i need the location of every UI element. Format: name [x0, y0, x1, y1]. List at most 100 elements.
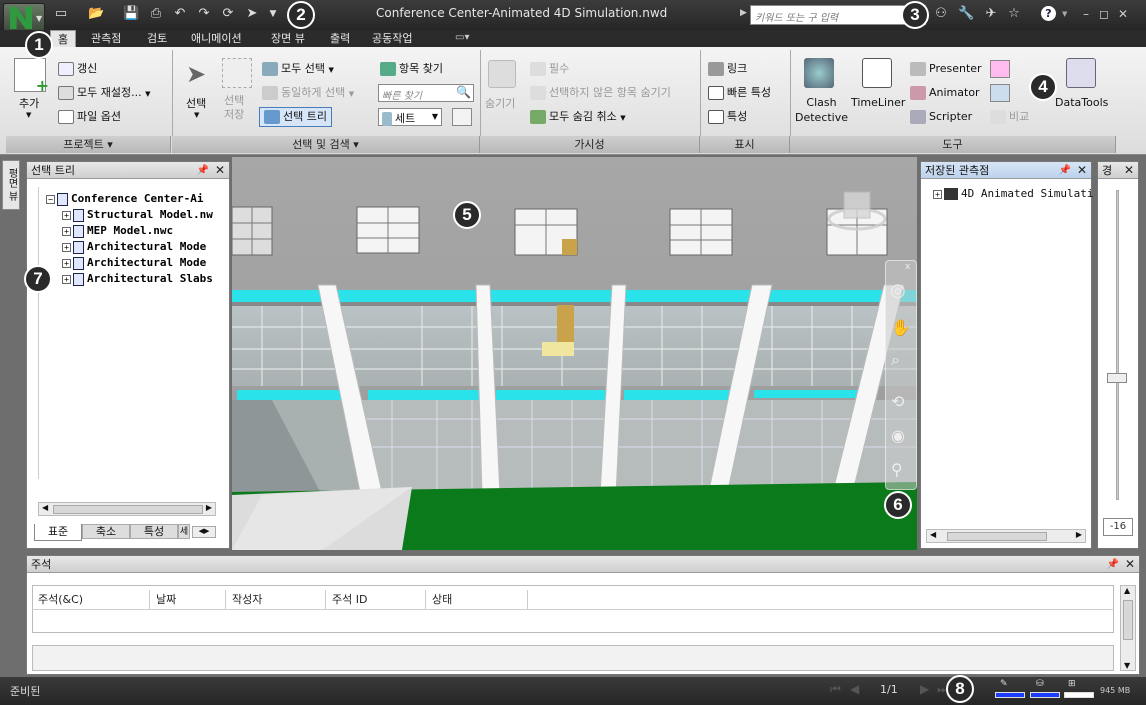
- close-icon[interactable]: ✕: [1077, 163, 1087, 178]
- tree-item[interactable]: + Structural Model.nw: [62, 207, 213, 223]
- walk-icon[interactable]: ⚲: [891, 460, 903, 479]
- hide-unselected-button[interactable]: 선택하지 않은 항목 숨기기: [530, 86, 671, 100]
- column-header-comment[interactable]: 주석(&C): [32, 590, 150, 610]
- tab-viewpoint[interactable]: 관측점: [84, 30, 128, 47]
- save-icon[interactable]: 💾: [123, 6, 139, 22]
- select-button[interactable]: 선택: [186, 97, 206, 111]
- clash-detective-button[interactable]: Clash Detective: [795, 95, 848, 125]
- tree-tab-scroll-arrows[interactable]: ◀▶: [192, 526, 216, 538]
- add-button[interactable]: 추가: [19, 97, 39, 111]
- pin-icon[interactable]: 📌: [197, 163, 209, 178]
- selection-tree-button[interactable]: 선택 트리: [259, 107, 332, 127]
- expand-icon[interactable]: +: [62, 242, 71, 252]
- print-icon[interactable]: ⎙: [148, 6, 164, 22]
- pan-hand-icon[interactable]: ✋: [891, 318, 911, 337]
- prev-page-icon[interactable]: ◀: [850, 682, 859, 696]
- tree-item[interactable]: + Architectural Mode: [62, 255, 206, 271]
- quick-find-icon[interactable]: 🔍: [456, 85, 471, 99]
- column-header-author[interactable]: 작성자: [226, 590, 326, 610]
- find-items-button[interactable]: 항목 찾기: [380, 62, 443, 76]
- help-icon[interactable]: ?: [1041, 6, 1056, 21]
- comments-vertical-scrollbar[interactable]: ▲ ▼: [1120, 585, 1136, 671]
- tab-animation[interactable]: 애니메이션: [184, 30, 249, 47]
- open-folder-icon[interactable]: 📂: [88, 6, 104, 22]
- quick-access-dropdown-icon[interactable]: ▼: [265, 6, 281, 22]
- tree-horizontal-scrollbar[interactable]: ◀ ▶: [38, 502, 216, 516]
- file-options-button[interactable]: 파일 옵션: [58, 110, 121, 124]
- pin-icon[interactable]: 📌: [1107, 557, 1119, 572]
- batch-utility-icon[interactable]: [990, 84, 1010, 102]
- zoom-icon[interactable]: ⌕: [891, 350, 900, 370]
- help-dropdown-icon[interactable]: ▼: [1062, 10, 1067, 18]
- scripter-button[interactable]: Scripter: [910, 110, 972, 124]
- expand-icon[interactable]: +: [933, 189, 942, 199]
- refresh-icon[interactable]: ⟳: [220, 6, 236, 22]
- datatools-button[interactable]: DataTools: [1055, 96, 1108, 110]
- tree-item[interactable]: + Architectural Slabs: [62, 271, 213, 287]
- refresh-button[interactable]: 갱신: [58, 62, 97, 76]
- look-icon[interactable]: ◉: [891, 426, 905, 445]
- first-page-icon[interactable]: ⏮: [830, 682, 841, 697]
- pin-icon[interactable]: 📌: [1059, 163, 1071, 178]
- tree-root[interactable]: − Conference Center-Ai: [46, 191, 203, 207]
- tab-review[interactable]: 검토: [140, 30, 174, 47]
- manage-sets-icon[interactable]: [452, 108, 472, 126]
- tree-item[interactable]: + Architectural Mode: [62, 239, 206, 255]
- redo-icon[interactable]: ↷: [196, 6, 212, 22]
- application-menu-button[interactable]: ▼: [3, 3, 45, 33]
- next-page-icon[interactable]: ▶: [920, 682, 929, 696]
- expand-icon[interactable]: +: [62, 274, 71, 284]
- close-icon[interactable]: ✕: [1125, 557, 1135, 572]
- select-search-panel-title[interactable]: 선택 및 검색 ▾: [172, 136, 480, 153]
- ribbon-display-toggle-icon[interactable]: ▭▾: [455, 32, 469, 43]
- timeliner-button[interactable]: TimeLiner: [851, 96, 905, 110]
- restore-window-button[interactable]: ◻: [1096, 6, 1112, 22]
- binoculars-icon[interactable]: ⚇: [933, 6, 949, 22]
- presenter-button[interactable]: Presenter: [910, 62, 982, 76]
- unhide-all-button[interactable]: 모두 숨김 취소 ▼: [530, 110, 626, 125]
- appearance-profiler-icon[interactable]: [990, 60, 1010, 78]
- steering-wheel-icon[interactable]: ◎: [890, 280, 906, 301]
- select-dropdown-icon[interactable]: ▼: [194, 111, 199, 119]
- expand-icon[interactable]: +: [62, 258, 71, 268]
- quick-properties-button[interactable]: 빠른 특성: [708, 86, 771, 100]
- tab-output[interactable]: 출력: [323, 30, 357, 47]
- close-window-button[interactable]: ✕: [1115, 6, 1131, 22]
- wrench-icon[interactable]: 🔧: [958, 6, 974, 22]
- select-all-button[interactable]: 모두 선택 ▼: [262, 62, 334, 77]
- require-button[interactable]: 필수: [530, 62, 569, 76]
- sets-dropdown[interactable]: 세트 ▼: [378, 108, 442, 126]
- tab-scene-view[interactable]: 장면 뷰: [264, 30, 312, 47]
- add-file-icon[interactable]: +: [14, 58, 49, 95]
- collapse-icon[interactable]: −: [46, 194, 55, 204]
- close-icon[interactable]: ✕: [215, 163, 225, 178]
- tools-panel-title[interactable]: 도구: [790, 136, 1116, 153]
- quick-find-field[interactable]: 빠른 찾기 🔍: [378, 84, 474, 102]
- reset-all-button[interactable]: 모두 재설정... ▼: [58, 86, 150, 101]
- column-header-comment-id[interactable]: 주석 ID: [326, 590, 426, 610]
- slider-track[interactable]: [1116, 190, 1119, 500]
- properties-button[interactable]: 특성: [708, 110, 747, 124]
- tree-tab-sets[interactable]: 세: [178, 524, 190, 539]
- column-header-status[interactable]: 상태: [426, 590, 528, 610]
- hide-button[interactable]: 숨기기: [485, 97, 515, 111]
- tree-tab-compact[interactable]: 축소: [82, 524, 130, 539]
- expand-icon[interactable]: +: [62, 226, 71, 236]
- satellite-icon[interactable]: ✈: [983, 6, 999, 22]
- expand-icon[interactable]: +: [62, 210, 71, 220]
- comment-text-area[interactable]: [32, 645, 1114, 671]
- animator-button[interactable]: Animator: [910, 86, 980, 100]
- select-cursor-icon[interactable]: ➤: [186, 60, 206, 88]
- keyword-search-input[interactable]: 키워드 또는 구 입력: [750, 5, 926, 25]
- tree-item[interactable]: + MEP Model.nwc: [62, 223, 173, 239]
- favorites-star-icon[interactable]: ☆: [1006, 6, 1022, 22]
- search-expand-icon[interactable]: ▶: [740, 8, 747, 18]
- links-button[interactable]: 링크: [708, 62, 747, 76]
- viewpoints-horizontal-scrollbar[interactable]: ◀ ▶: [926, 529, 1086, 543]
- viewpoint-item[interactable]: +4D Animated Simulati: [933, 187, 1093, 200]
- tree-tab-properties[interactable]: 특성: [130, 524, 178, 539]
- undo-icon[interactable]: ↶: [172, 6, 188, 22]
- 3d-viewport[interactable]: [232, 157, 917, 550]
- orbit-icon[interactable]: ⟲: [891, 392, 904, 411]
- select-cursor-icon[interactable]: ➤: [244, 6, 260, 22]
